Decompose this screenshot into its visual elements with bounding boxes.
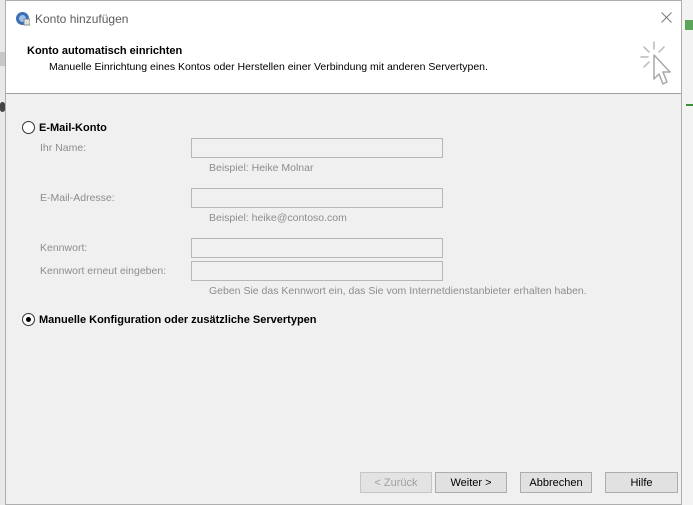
cancel-button[interactable]: Abbrechen [520, 472, 592, 493]
email-hint: Beispiel: heike@contoso.com [209, 212, 347, 224]
name-label: Ihr Name: [40, 142, 87, 154]
email-label: E-Mail-Adresse: [40, 192, 115, 204]
background-element [686, 104, 693, 106]
password-repeat-field[interactable] [191, 261, 443, 281]
cursor-click-icon [638, 39, 678, 89]
window-title: Konto hinzufügen [35, 12, 129, 26]
name-field[interactable] [191, 138, 443, 158]
password-label: Kennwort: [40, 242, 88, 254]
background-window-right [682, 0, 693, 505]
back-button[interactable]: < Zurück [360, 472, 432, 493]
name-hint: Beispiel: Heike Molnar [209, 162, 314, 174]
password-field[interactable] [191, 238, 443, 258]
next-button[interactable]: Weiter > [435, 472, 507, 493]
help-button[interactable]: Hilfe [605, 472, 678, 493]
close-icon [660, 10, 672, 28]
outlook-icon [15, 11, 31, 26]
email-account-label: E-Mail-Konto [39, 121, 107, 134]
header-subtitle: Manuelle Einrichtung eines Kontos oder H… [49, 61, 488, 73]
background-element [685, 20, 693, 30]
close-button[interactable] [651, 1, 681, 37]
title-bar: Konto hinzufügen [6, 1, 681, 37]
email-account-option[interactable]: E-Mail-Konto [22, 121, 107, 134]
password-hint: Geben Sie das Kennwort ein, das Sie vom … [209, 285, 587, 297]
manual-configuration-radio[interactable] [22, 313, 35, 326]
wizard-header: Konto automatisch einrichten Manuelle Ei… [6, 37, 681, 94]
add-account-dialog: Konto hinzufügen Konto automatisch einri… [5, 0, 682, 505]
email-account-radio[interactable] [22, 121, 35, 134]
password-repeat-label: Kennwort erneut eingeben: [40, 265, 167, 277]
header-title: Konto automatisch einrichten [27, 45, 183, 57]
manual-configuration-label: Manuelle Konfiguration oder zusätzliche … [39, 313, 317, 326]
manual-configuration-option[interactable]: Manuelle Konfiguration oder zusätzliche … [22, 313, 317, 326]
email-field[interactable] [191, 188, 443, 208]
